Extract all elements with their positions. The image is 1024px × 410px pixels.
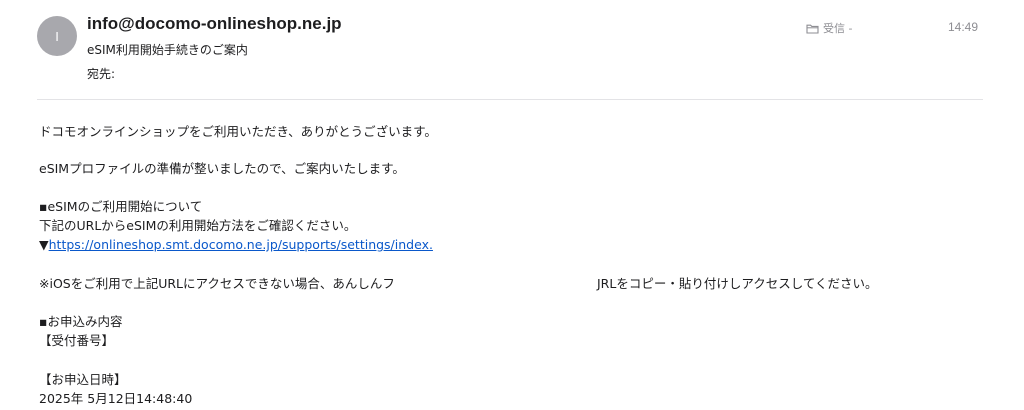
- email-subject: eSIM利用開始手続きのご案内: [87, 43, 248, 57]
- order-date-value: 2025年 5月12日14:48:40: [39, 391, 193, 406]
- sender-avatar: I: [37, 16, 77, 56]
- mailbox-folder[interactable]: 受信 -: [806, 20, 852, 36]
- link-marker: ▼: [39, 237, 49, 252]
- redacted-area: [431, 276, 597, 294]
- settings-link[interactable]: https://onlineshop.smt.docomo.ne.jp/supp…: [49, 237, 433, 252]
- order-date-label: 【お申込日時】: [39, 372, 127, 387]
- section-heading-start: ▪eSIMのご利用開始について: [39, 199, 203, 214]
- ios-note-text: ※iOSをご利用で上記URLにアクセスできない場合、あんしんフ: [39, 276, 395, 291]
- link-line: ▼https://onlineshop.smt.docomo.ne.jp/sup…: [39, 237, 433, 253]
- recipient-label: 宛先:: [87, 67, 116, 81]
- header-divider: [37, 99, 983, 100]
- email-header: I info@docomo-onlineshop.ne.jp eSIM利用開始手…: [0, 0, 1024, 100]
- section-heading-order: ▪お申込み内容: [39, 314, 123, 329]
- ios-note-text-continued: JRLをコピー・貼り付けしアクセスしてください。: [597, 276, 878, 291]
- folder-label: 受信 -: [823, 22, 853, 35]
- instructions-text: 下記のURLからeSIMの利用開始方法をご確認ください。: [39, 218, 357, 233]
- folder-icon: [806, 23, 819, 34]
- receipt-number-label: 【受付番号】: [39, 333, 115, 348]
- sender-address[interactable]: info@docomo-onlineshop.ne.jp: [87, 14, 342, 34]
- received-time: 14:49: [948, 20, 979, 34]
- greeting-text: ドコモオンラインショップをご利用いただき、ありがとうございます。: [39, 124, 437, 139]
- profile-ready-text: eSIMプロファイルの準備が整いましたので、ご案内いたします。: [39, 161, 405, 176]
